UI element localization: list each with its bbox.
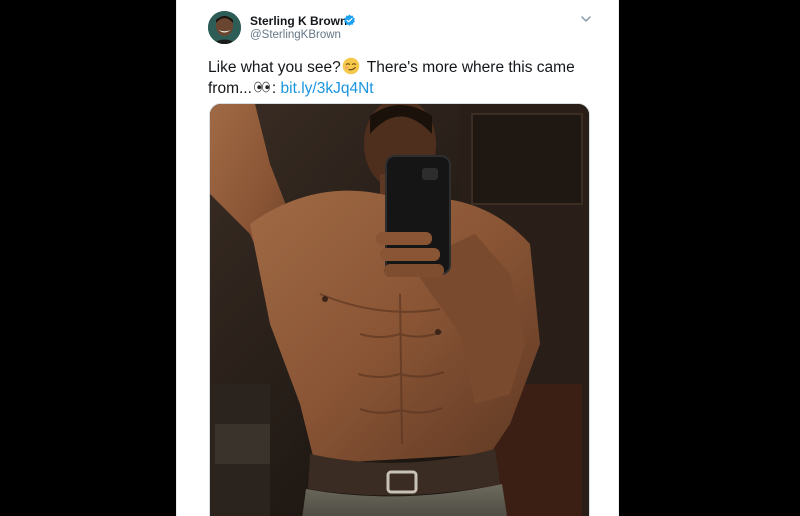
- tweet-text-part2: There's more where this came: [362, 59, 575, 76]
- tweet-text-part1: Like what you see?: [208, 59, 341, 76]
- tweet-link[interactable]: bit.ly/3kJq4Nt: [281, 80, 374, 97]
- smirking-face-emoji: [342, 57, 360, 75]
- tweet-card[interactable]: Sterling K Brown @SterlingKBrown Like wh…: [176, 0, 619, 516]
- avatar[interactable]: [208, 11, 241, 44]
- tweet-photo[interactable]: [209, 103, 590, 516]
- tweet-text-part4: :: [271, 80, 277, 97]
- eyes-emoji: [253, 78, 271, 93]
- chevron-down-icon[interactable]: [579, 12, 593, 24]
- tweet-text-part3: from...: [208, 80, 252, 97]
- handle[interactable]: @SterlingKBrown: [250, 29, 341, 41]
- display-name[interactable]: Sterling K Brown: [250, 14, 347, 28]
- verified-badge-icon: [343, 14, 356, 27]
- tweet-text: Like what you see? There's more where th…: [208, 57, 598, 99]
